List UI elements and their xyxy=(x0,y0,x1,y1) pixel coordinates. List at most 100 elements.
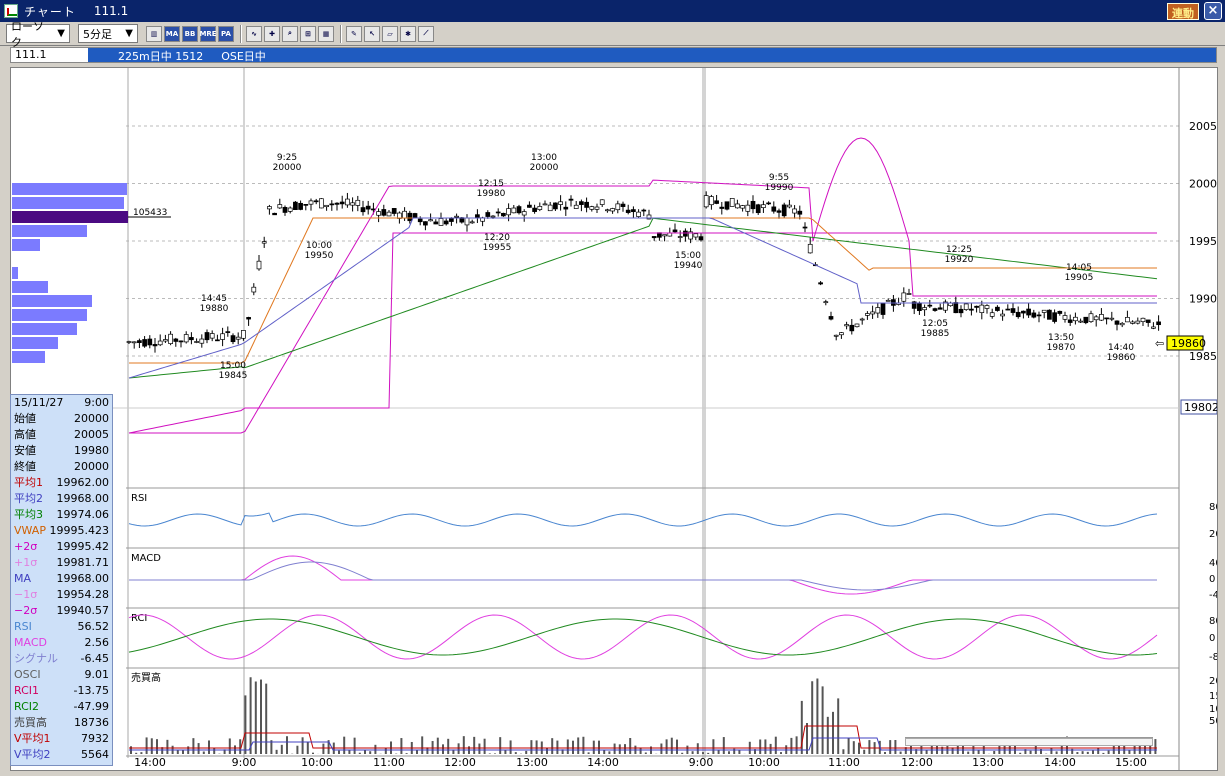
annotation-price: 19950 xyxy=(305,251,334,261)
pen-icon[interactable]: ✎ xyxy=(346,25,362,42)
annotation-price: 19990 xyxy=(765,183,794,193)
find-icon[interactable]: ⊞ xyxy=(300,25,316,42)
window-symbol: 111.1 xyxy=(93,4,129,18)
candle-body xyxy=(787,204,792,208)
volume-profile-bar xyxy=(12,267,18,279)
line-icon[interactable]: ∿ xyxy=(246,25,262,42)
value-row: MACD 2.56 xyxy=(11,635,112,651)
volume-label: 売買高 xyxy=(131,671,161,684)
candle-body xyxy=(979,304,985,313)
candle-body xyxy=(293,201,298,211)
annotation-price: 19955 xyxy=(483,243,512,253)
candle-body xyxy=(849,324,855,332)
candle-body xyxy=(449,218,454,222)
candle-body xyxy=(579,201,584,205)
candle-body xyxy=(1109,317,1115,320)
candle-body xyxy=(1052,312,1057,322)
candle-body xyxy=(755,204,761,214)
value-number: 7932 xyxy=(81,732,109,745)
candle-body xyxy=(443,220,449,225)
candle-icon[interactable]: ▥ xyxy=(146,25,162,42)
value-number: 19968.00 xyxy=(56,572,110,585)
chart-app-icon xyxy=(4,4,18,18)
candle-body xyxy=(1119,322,1125,326)
horizontal-scrollbar[interactable] xyxy=(905,737,1153,746)
candle-body xyxy=(1145,319,1151,323)
trend-icon[interactable]: ⟋ xyxy=(418,25,434,42)
pa-icon[interactable]: PA xyxy=(218,25,234,42)
value-number: 56.52 xyxy=(77,620,110,633)
ma-icon[interactable]: MA xyxy=(164,25,180,42)
table-icon[interactable]: ▦ xyxy=(318,25,334,42)
candle-body xyxy=(1000,313,1005,317)
value-label: RCI2 xyxy=(14,700,40,713)
price-tick-label: 19950 xyxy=(1189,235,1217,248)
volume-profile-label: 105433 xyxy=(133,208,167,218)
candle-body xyxy=(1057,310,1063,314)
candle-body xyxy=(428,219,433,222)
title-bar: チャート 111.1 連動 × xyxy=(0,0,1225,22)
candle-body xyxy=(215,339,220,342)
time-axis-label: 10:00 xyxy=(301,756,333,769)
link-button[interactable]: 連動 xyxy=(1167,3,1199,20)
chart-area[interactable]: 200502000019950199001985010543314:451988… xyxy=(10,67,1218,771)
config-icon[interactable]: ✱ xyxy=(400,25,416,42)
annotation-time: 13:50 xyxy=(1048,333,1074,343)
value-number: 9:00 xyxy=(84,396,109,409)
candle-body xyxy=(714,200,719,204)
rci-tick: 80 xyxy=(1209,616,1217,627)
candle-body xyxy=(807,243,813,254)
value-label: 平均3 xyxy=(14,508,43,521)
scroll-thumb[interactable] xyxy=(905,738,1153,746)
arrow-left-icon: ⇦ xyxy=(1155,337,1164,350)
value-number: 19954.28 xyxy=(56,588,110,601)
candle-body xyxy=(1021,310,1026,314)
candle-body xyxy=(709,196,714,206)
value-row: −2σ 19940.57 xyxy=(11,603,112,619)
cross-icon[interactable]: ✚ xyxy=(264,25,280,42)
annotation-price: 19905 xyxy=(1065,273,1094,283)
candle-body xyxy=(256,260,262,270)
candle-body xyxy=(1067,319,1073,323)
candle-body xyxy=(142,339,147,347)
values-panel: 15/11/27 9:00 始値 20000 高値 20005 安値 19980 終値 20000… xyxy=(10,394,113,766)
value-row: RSI 56.52 xyxy=(11,619,112,635)
candle-body xyxy=(287,207,293,212)
annotation-time: 10:00 xyxy=(306,241,332,251)
volume-tick: 5000 xyxy=(1209,716,1217,727)
value-number: 20005 xyxy=(74,428,109,441)
mre-icon[interactable]: MRE xyxy=(199,25,217,42)
candle-body xyxy=(235,336,241,340)
value-number: -47.99 xyxy=(73,700,109,713)
candle-body xyxy=(1031,312,1037,318)
candle-body xyxy=(490,215,496,218)
annotation-price: 20000 xyxy=(273,163,302,173)
close-button[interactable]: × xyxy=(1204,2,1222,20)
volume-profile-bar xyxy=(12,239,40,251)
value-number: 19980 xyxy=(74,444,109,457)
value-label: V平均2 xyxy=(14,748,51,761)
candle-body xyxy=(189,337,194,341)
candle-body xyxy=(927,304,933,307)
candle-body xyxy=(173,338,179,342)
zoom-icon[interactable]: ⌕ xyxy=(282,25,298,42)
time-axis-label: 15:00 xyxy=(1115,756,1147,769)
bb-icon[interactable]: BB xyxy=(182,25,198,42)
candle-body xyxy=(277,204,283,209)
annotation-time: 9:25 xyxy=(277,153,297,163)
value-number: 2.56 xyxy=(84,636,110,649)
value-number: 20000 xyxy=(74,460,109,473)
candle-body xyxy=(407,212,413,222)
rsi-label: RSI xyxy=(131,493,147,504)
candle-body xyxy=(1088,313,1094,323)
chart-type-select[interactable]: ローソク ▼ xyxy=(6,20,70,49)
eraser-icon[interactable]: ▱ xyxy=(382,25,398,42)
interval-select[interactable]: 5分足 ▼ xyxy=(78,24,138,43)
candle-body xyxy=(558,201,563,205)
pointer-icon[interactable]: ↖ xyxy=(364,25,380,42)
candle-body xyxy=(365,205,371,210)
candle-body xyxy=(963,303,969,310)
time-axis-label: 9:00 xyxy=(232,756,257,769)
candle-body xyxy=(984,305,990,309)
chart-canvas[interactable]: 200502000019950199001985010543314:451988… xyxy=(11,68,1217,770)
